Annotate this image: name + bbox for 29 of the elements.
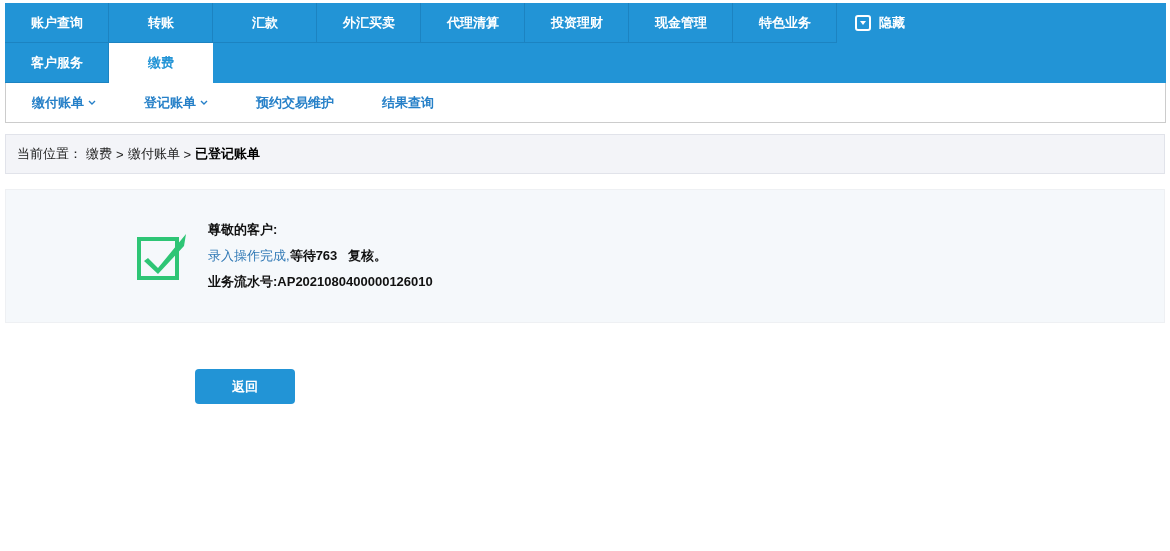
- subnav-item[interactable]: 缴付账单: [32, 93, 96, 112]
- nav-tab[interactable]: 转账: [109, 3, 213, 43]
- back-button[interactable]: 返回: [195, 369, 295, 404]
- breadcrumb-current: 已登记账单: [195, 145, 261, 163]
- nav-tab[interactable]: 账户查询: [5, 3, 109, 43]
- chevron-down-icon: [88, 99, 96, 106]
- breadcrumb-link[interactable]: 缴付账单: [127, 145, 180, 163]
- status-message: 录入操作完成,等待763 复核。: [208, 247, 389, 265]
- nav-tab[interactable]: 投资理财: [525, 3, 629, 43]
- nav-tab[interactable]: 汇款: [213, 3, 317, 43]
- dropdown-box-icon: [855, 15, 871, 31]
- breadcrumb-label: 当前位置：: [17, 145, 82, 163]
- hide-toggle[interactable]: 隐藏: [837, 3, 923, 43]
- nav-tab[interactable]: 特色业务: [733, 3, 837, 43]
- subnav-item[interactable]: 预约交易维护: [256, 93, 334, 112]
- greeting-text: 尊敬的客户:: [208, 221, 279, 239]
- nav-tab[interactable]: 客户服务: [5, 43, 109, 83]
- chevron-down-icon: [200, 99, 208, 106]
- nav-tab[interactable]: 现金管理: [629, 3, 733, 43]
- status-link[interactable]: 录入操作完成,: [208, 248, 290, 263]
- breadcrumb-separator: >: [116, 146, 124, 162]
- nav-tab[interactable]: 缴费: [109, 43, 213, 83]
- subnav-item[interactable]: 登记账单: [144, 93, 208, 112]
- breadcrumb-link[interactable]: 缴费: [86, 145, 112, 163]
- breadcrumb-separator: >: [183, 146, 192, 162]
- nav-tab[interactable]: 代理清算: [421, 3, 525, 43]
- serial-number: 业务流水号:AP2021080400000126010: [208, 273, 433, 291]
- subnav-item[interactable]: 结果查询: [382, 93, 434, 112]
- nav-tab[interactable]: 外汇买卖: [317, 3, 421, 43]
